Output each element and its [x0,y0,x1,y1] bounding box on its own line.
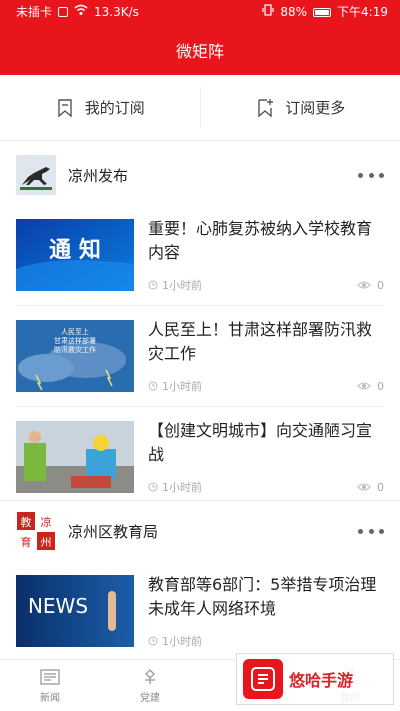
top-bar: 未插卡 13.3K/s 88% 下午4:19 微矩阵 [0,0,400,75]
nav-party[interactable]: 党建 [100,660,200,711]
svg-text:育: 育 [21,535,32,549]
more-options-icon[interactable] [358,528,384,534]
article-views: 0 [377,278,384,292]
article-thumbnail: NEWS [16,575,134,647]
article-views: 0 [377,379,384,393]
subscribe-row: 我的订阅 订阅更多 [0,75,400,141]
clock-icon [148,381,158,391]
section-logo-education: 教 凉 育 州 [16,511,56,551]
article-thumbnail [16,421,134,493]
app-root: 未插卡 13.3K/s 88% 下午4:19 微矩阵 我的订阅 订阅更多 凉州发… [0,0,400,711]
watermark-text: 悠哈手游 [289,671,354,690]
my-subscriptions-button[interactable]: 我的订阅 [0,75,200,140]
article-item[interactable]: NEWS 教育部等6部门：5举措专项治理未成年人网络环境 1小时前 [0,561,400,661]
wifi-icon [74,0,88,24]
article-item[interactable]: 人民至上 甘肃这样部署 防汛救灾工作 人民至上！甘肃这样部署防汛救灾工作 1小时… [0,306,400,406]
eye-icon [357,281,371,289]
eye-icon [357,483,371,491]
section-logo-horse [16,155,56,195]
svg-text:凉: 凉 [41,515,52,529]
carrier-text: 未插卡 [16,5,53,19]
article-item[interactable]: 通 知 重要！心肺复苏被纳入学校教育内容 1小时前 0 [0,205,400,305]
svg-text:州: 州 [41,536,52,549]
svg-text:甘肃这样部署: 甘肃这样部署 [54,336,96,345]
watermark-logo-icon [243,659,283,699]
eye-icon [357,382,371,390]
clock-icon [148,482,158,492]
nav-news[interactable]: 新闻 [0,660,100,711]
article-time: 1小时前 [162,635,202,648]
article-thumbnail: 人民至上 甘肃这样部署 防汛救灾工作 [16,320,134,392]
battery-percent: 88% [280,5,308,19]
section-liangzhou-release: 凉州发布 通 知 重要！心肺复苏被纳入学校教育内容 1小时前 0 人民至上 甘肃… [0,145,400,507]
add-bookmark-icon [255,98,275,118]
nav-label: 新闻 [40,692,60,704]
net-speed-text: 13.3K/s [94,5,139,19]
svg-text:防汛救灾工作: 防汛救灾工作 [54,345,96,354]
article-time: 1小时前 [162,481,202,494]
clock-text: 下午4:19 [337,5,388,19]
section-name: 凉州发布 [68,166,129,185]
section-education-bureau: 教 凉 育 州 凉州区教育局 NEWS 教育部等6部门：5举措专项治理未成年人网 [0,501,400,661]
article-title: 人民至上！甘肃这样部署防汛救灾工作 [148,320,373,363]
article-title: 重要！心肺复苏被纳入学校教育内容 [148,219,373,262]
article-time: 1小时前 [162,279,202,292]
watermark: 悠哈手游 [236,653,394,705]
party-icon [145,668,155,684]
subscribe-more-button[interactable]: 订阅更多 [201,75,400,140]
nav-label: 党建 [140,692,160,704]
section-header[interactable]: 教 凉 育 州 凉州区教育局 [0,501,400,561]
thumb-caption: NEWS [28,594,88,618]
status-bar: 未插卡 13.3K/s 88% 下午4:19 [0,0,400,24]
section-name: 凉州区教育局 [68,522,159,541]
vibrate-icon [262,0,274,24]
article-views: 0 [377,480,384,494]
clock-icon [148,636,158,646]
bookmark-icon [55,98,75,118]
my-subscriptions-label: 我的订阅 [84,99,145,117]
article-title: 【创建文明城市】向交通陋习宣战 [148,421,373,464]
svg-text:人民至上: 人民至上 [61,327,89,336]
clock-icon [148,280,158,290]
article-time: 1小时前 [162,380,202,393]
section-header[interactable]: 凉州发布 [0,145,400,205]
subscribe-more-label: 订阅更多 [285,99,346,117]
battery-icon [313,7,332,17]
thumb-caption: 通 知 [49,237,101,263]
article-thumbnail: 通 知 [16,219,134,291]
article-title: 教育部等6部门：5举措专项治理未成年人网络环境 [148,575,377,618]
page-title: 微矩阵 [175,42,224,61]
svg-text:教: 教 [21,516,32,529]
news-icon [40,668,60,685]
sim-icon [58,7,69,17]
more-options-icon[interactable] [358,172,384,178]
article-item[interactable]: 【创建文明城市】向交通陋习宣战 1小时前 0 [0,407,400,507]
